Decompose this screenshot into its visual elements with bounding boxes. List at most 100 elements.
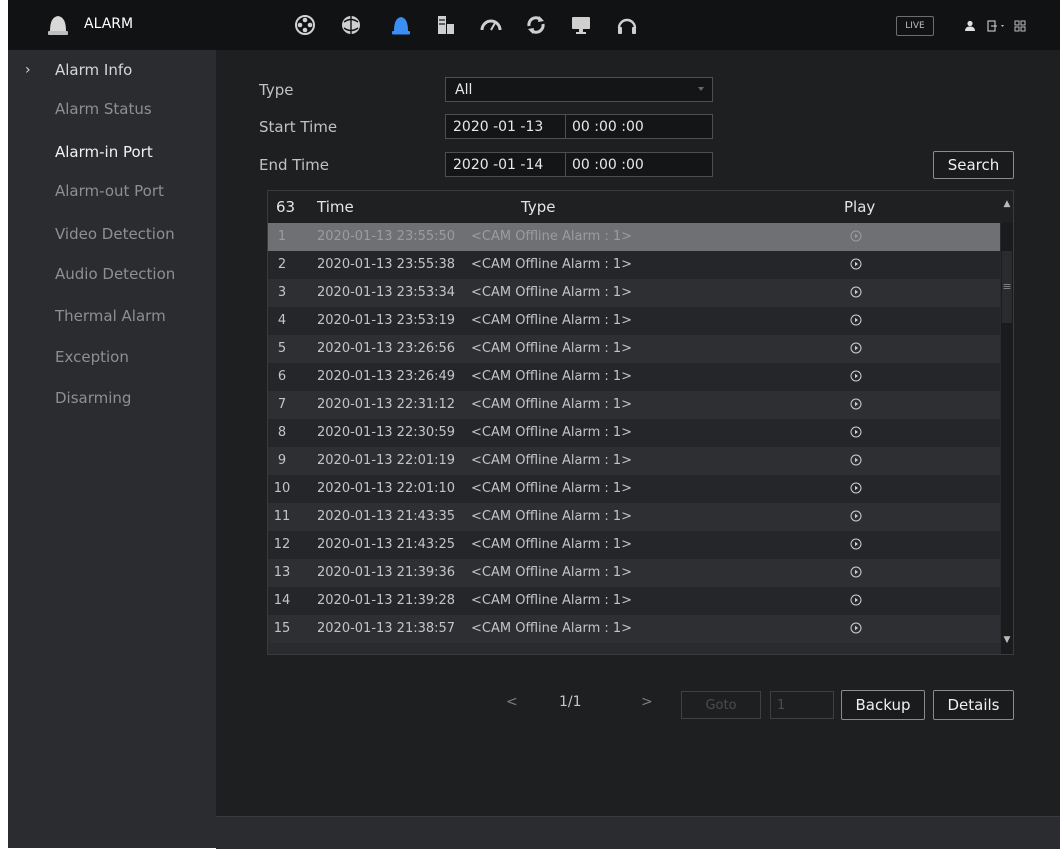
table-row[interactable]: 12 2020-01-13 21:43:25 <CAM Offline Alarm …	[268, 531, 1000, 559]
monitor-icon[interactable]	[564, 9, 598, 41]
row-type: <CAM Offline Alarm : 1>	[471, 313, 633, 328]
end-date-input[interactable]: 2020 -01 -14	[446, 153, 566, 176]
table-row[interactable]: 14 2020-01-13 21:39:28 <CAM Offline Alarm …	[268, 587, 1000, 615]
row-time: 2020-01-13 23:53:19	[317, 313, 456, 328]
play-icon[interactable]	[850, 314, 862, 326]
row-type: <CAM Offline Alarm : 1>	[471, 593, 633, 608]
play-icon[interactable]	[850, 258, 862, 270]
sidebar-item-label: Alarm-out Port	[55, 182, 164, 200]
row-time: 2020-01-13 22:30:59	[317, 425, 456, 440]
sidebar-item-alarm-in-port[interactable]: Alarm-in Port	[8, 132, 216, 172]
table-body: 1 2020-01-13 23:55:50 <CAM Offline Alarm :…	[268, 223, 1000, 643]
play-icon[interactable]	[850, 454, 862, 466]
sidebar-item-thermal-alarm[interactable]: Thermal Alarm	[8, 296, 216, 336]
sidebar-item-label: Video Detection	[55, 225, 175, 243]
table-row[interactable]: 1 2020-01-13 23:55:50 <CAM Offline Alarm :…	[268, 223, 1000, 251]
sidebar-item-audio-detection[interactable]: Audio Detection	[8, 254, 216, 294]
row-time: 2020-01-13 23:55:38	[317, 257, 456, 272]
start-time-field[interactable]: 2020 -01 -13 00 :00 :00	[445, 114, 713, 139]
prev-page-button[interactable]: <	[506, 694, 518, 710]
row-time: 2020-01-13 21:43:25	[317, 537, 456, 552]
table-row[interactable]: 13 2020-01-13 21:39:36 <CAM Offline Alarm …	[268, 559, 1000, 587]
user-icon[interactable]	[962, 18, 978, 34]
type-select[interactable]: All	[445, 77, 713, 102]
table-row[interactable]: 8 2020-01-13 22:30:59 <CAM Offline Alarm :…	[268, 419, 1000, 447]
headset-icon[interactable]	[610, 9, 644, 41]
row-type: <CAM Offline Alarm : 1>	[471, 285, 633, 300]
details-button[interactable]: Details	[933, 690, 1014, 720]
gauge-icon[interactable]	[474, 9, 508, 41]
end-time-label: End Time	[259, 156, 329, 174]
dvr-window: ALARM LIVE › Alarm Info Alarm Status Ala…	[8, 0, 1060, 849]
table-row[interactable]: 4 2020-01-13 23:53:19 <CAM Offline Alarm :…	[268, 307, 1000, 335]
play-icon[interactable]	[850, 230, 862, 242]
start-date-input[interactable]: 2020 -01 -13	[446, 115, 566, 138]
network-icon[interactable]	[334, 9, 368, 41]
row-type: <CAM Offline Alarm : 1>	[471, 397, 633, 412]
scrollbar-thumb[interactable]: ≡	[1002, 251, 1012, 323]
play-icon[interactable]	[850, 426, 862, 438]
table-row[interactable]: 9 2020-01-13 22:01:19 <CAM Offline Alarm :…	[268, 447, 1000, 475]
sidebar-item-label: Exception	[55, 348, 129, 366]
type-select-value: All	[455, 81, 473, 98]
storage-icon[interactable]	[429, 9, 463, 41]
row-number: 5	[277, 341, 287, 356]
alarm-bell-icon	[48, 16, 68, 35]
play-icon[interactable]	[850, 370, 862, 382]
grid-menu-icon[interactable]	[1012, 18, 1028, 34]
table-row[interactable]: 6 2020-01-13 23:26:49 <CAM Offline Alarm :…	[268, 363, 1000, 391]
row-number: 8	[277, 425, 287, 440]
end-time-field[interactable]: 2020 -01 -14 00 :00 :00	[445, 152, 713, 177]
play-icon[interactable]	[850, 594, 862, 606]
sidebar-item-alarm-info[interactable]: › Alarm Info	[8, 50, 216, 90]
logout-icon[interactable]	[986, 18, 1008, 34]
play-icon[interactable]	[850, 286, 862, 298]
row-time: 2020-01-13 21:39:28	[317, 593, 456, 608]
row-number: 15	[273, 621, 291, 636]
column-header-type[interactable]: Type	[521, 198, 555, 216]
play-icon[interactable]	[850, 342, 862, 354]
sidebar-item-alarm-out-port[interactable]: Alarm-out Port	[8, 171, 216, 211]
page-number-input[interactable]: 1	[770, 691, 834, 719]
chevron-right-icon: ›	[25, 62, 31, 78]
sidebar-item-video-detection[interactable]: Video Detection	[8, 214, 216, 254]
table-row[interactable]: 3 2020-01-13 23:53:34 <CAM Offline Alarm :…	[268, 279, 1000, 307]
table-row[interactable]: 2 2020-01-13 23:55:38 <CAM Offline Alarm :…	[268, 251, 1000, 279]
end-time-input[interactable]: 00 :00 :00	[566, 157, 644, 173]
row-time: 2020-01-13 23:53:34	[317, 285, 456, 300]
play-icon[interactable]	[850, 398, 862, 410]
table-row[interactable]: 7 2020-01-13 22:31:12 <CAM Offline Alarm :…	[268, 391, 1000, 419]
table-row[interactable]: 15 2020-01-13 21:38:57 <CAM Offline Alarm …	[268, 615, 1000, 643]
table-row[interactable]: 5 2020-01-13 23:26:56 <CAM Offline Alarm :…	[268, 335, 1000, 363]
sidebar-item-exception[interactable]: Exception	[8, 337, 216, 377]
scroll-down-icon[interactable]: ▼	[1001, 635, 1013, 651]
row-time: 2020-01-13 21:43:35	[317, 509, 456, 524]
row-type: <CAM Offline Alarm : 1>	[471, 621, 633, 636]
live-button[interactable]: LIVE	[896, 16, 934, 36]
sidebar-item-disarming[interactable]: Disarming	[8, 378, 216, 418]
start-time-input[interactable]: 00 :00 :00	[566, 119, 644, 135]
play-icon[interactable]	[850, 538, 862, 550]
play-icon[interactable]	[850, 482, 862, 494]
row-type: <CAM Offline Alarm : 1>	[471, 229, 633, 244]
table-row[interactable]: 10 2020-01-13 22:01:10 <CAM Offline Alarm …	[268, 475, 1000, 503]
backup-button[interactable]: Backup	[841, 690, 925, 720]
next-page-button[interactable]: >	[641, 694, 653, 710]
sidebar-item-label: Audio Detection	[55, 265, 176, 283]
column-header-play: Play	[844, 198, 876, 216]
search-button[interactable]: Search	[933, 151, 1014, 179]
alarm-bell-icon[interactable]	[384, 9, 418, 41]
play-icon[interactable]	[850, 510, 862, 522]
column-header-time[interactable]: Time	[317, 198, 354, 216]
play-icon[interactable]	[850, 622, 862, 634]
sidebar-item-alarm-status[interactable]: Alarm Status	[8, 89, 216, 129]
table-row[interactable]: 11 2020-01-13 21:43:35 <CAM Offline Alarm …	[268, 503, 1000, 531]
refresh-icon[interactable]	[519, 9, 553, 41]
row-time: 2020-01-13 23:26:56	[317, 341, 456, 356]
goto-button[interactable]: Goto	[681, 691, 761, 719]
camera-reel-icon[interactable]	[288, 9, 322, 41]
scroll-up-icon[interactable]: ▲	[1001, 199, 1013, 215]
row-type: <CAM Offline Alarm : 1>	[471, 481, 633, 496]
record-count: 63	[276, 198, 296, 216]
play-icon[interactable]	[850, 566, 862, 578]
